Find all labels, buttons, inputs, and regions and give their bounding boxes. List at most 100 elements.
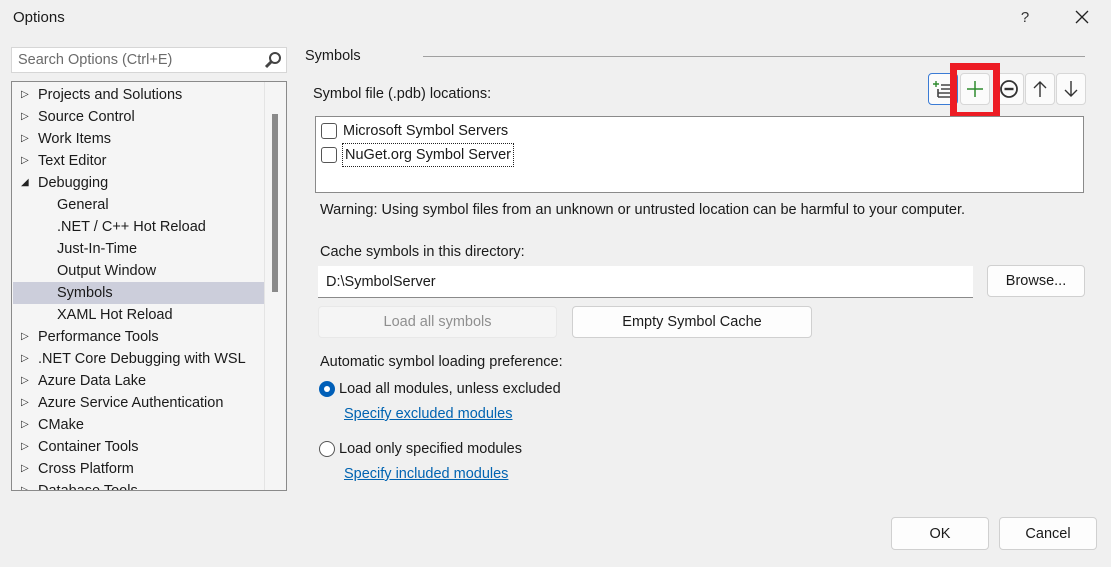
- cache-directory-input[interactable]: [318, 266, 973, 298]
- tree-item[interactable]: ▷ Performance Tools: [13, 326, 265, 348]
- arrow-up-icon: [1033, 81, 1047, 97]
- add-icon: [967, 81, 983, 97]
- tree-item-label: Performance Tools: [38, 329, 159, 345]
- tree-item[interactable]: ▷ Cross Platform: [13, 458, 265, 480]
- expanded-arrow-icon[interactable]: ◢: [21, 172, 33, 194]
- radio-button[interactable]: [319, 441, 335, 457]
- empty-symbol-cache-button[interactable]: Empty Symbol Cache: [572, 306, 812, 338]
- window-title: Options: [13, 9, 65, 26]
- tree-item[interactable]: ▷ .NET Core Debugging with WSL: [13, 348, 265, 370]
- tree-item-label: Azure Service Authentication: [38, 395, 224, 411]
- search-input[interactable]: [12, 48, 252, 72]
- remove-icon: [1000, 80, 1018, 98]
- location-item[interactable]: Microsoft Symbol Servers: [321, 120, 508, 142]
- collapsed-arrow-icon[interactable]: ▷: [21, 84, 33, 106]
- collapsed-arrow-icon[interactable]: ▷: [21, 458, 33, 480]
- tree-item[interactable]: ▷ Source Control: [13, 106, 265, 128]
- tree-scrollbar-thumb[interactable]: [272, 114, 278, 292]
- tree-item-label: .NET / C++ Hot Reload: [57, 219, 206, 235]
- load-all-locations-button[interactable]: [928, 73, 958, 105]
- move-up-button[interactable]: [1025, 73, 1055, 105]
- ok-button[interactable]: OK: [891, 517, 989, 550]
- options-dialog: Options ? ▷ Database Tools ▷ Cross Platform…: [0, 0, 1111, 567]
- radio-button-selected[interactable]: [319, 381, 335, 397]
- tree-item[interactable]: ▷ Container Tools: [13, 436, 265, 458]
- collapsed-arrow-icon[interactable]: ▷: [21, 370, 33, 392]
- collapsed-arrow-icon[interactable]: ▷: [21, 414, 33, 436]
- collapsed-arrow-icon[interactable]: ▷: [21, 436, 33, 458]
- tree-item[interactable]: .NET / C++ Hot Reload: [13, 216, 265, 238]
- pdb-locations-label: Symbol file (.pdb) locations:: [313, 86, 492, 102]
- radio-label: Load only specified modules: [339, 441, 522, 457]
- tree-item-label: Cross Platform: [38, 461, 134, 477]
- collapsed-arrow-icon[interactable]: ▷: [21, 392, 33, 414]
- tree-item-label: Container Tools: [38, 439, 139, 455]
- collapsed-arrow-icon[interactable]: ▷: [21, 480, 33, 490]
- help-button[interactable]: ?: [1013, 6, 1037, 30]
- specify-included-modules-link[interactable]: Specify included modules: [344, 466, 508, 482]
- location-item[interactable]: NuGet.org Symbol Server: [321, 143, 515, 167]
- section-divider: [423, 56, 1085, 57]
- specify-excluded-modules-link[interactable]: Specify excluded modules: [344, 406, 512, 422]
- browse-button[interactable]: Browse...: [987, 265, 1085, 297]
- tree-item[interactable]: General: [13, 194, 265, 216]
- tree-item-label: Azure Data Lake: [38, 373, 147, 389]
- collapsed-arrow-icon[interactable]: ▷: [21, 106, 33, 128]
- close-icon: [1075, 10, 1089, 24]
- cancel-button[interactable]: Cancel: [999, 517, 1097, 550]
- tree-item-label: Symbols: [57, 285, 113, 301]
- radio-label: Load all modules, unless excluded: [339, 381, 561, 397]
- arrow-down-icon: [1064, 81, 1078, 97]
- close-button[interactable]: [1068, 5, 1096, 31]
- tree-item-label: Work Items: [38, 131, 112, 147]
- location-checkbox[interactable]: [321, 147, 337, 163]
- radio-load-all-modules[interactable]: Load all modules, unless excluded: [319, 381, 561, 397]
- load-all-symbols-button[interactable]: Load all symbols: [318, 306, 557, 338]
- tree-item-label: General: [57, 197, 109, 213]
- tree-item-label: XAML Hot Reload: [57, 307, 173, 323]
- cache-directory-label: Cache symbols in this directory:: [320, 244, 525, 260]
- tree-item[interactable]: ▷ Projects and Solutions: [13, 84, 265, 106]
- location-label: Microsoft Symbol Servers: [343, 123, 509, 139]
- collapsed-arrow-icon[interactable]: ▷: [21, 326, 33, 348]
- security-warning: Warning: Using symbol files from an unkn…: [320, 202, 966, 218]
- tree-item[interactable]: ▷ Work Items: [13, 128, 265, 150]
- tree-item-label: .NET Core Debugging with WSL: [38, 351, 246, 367]
- collapsed-arrow-icon[interactable]: ▷: [21, 348, 33, 370]
- tree-item[interactable]: ◢ Debugging: [13, 172, 265, 194]
- move-down-button[interactable]: [1056, 73, 1086, 105]
- section-title: Symbols: [305, 48, 361, 64]
- options-tree: ▷ Database Tools ▷ Cross Platform ▷ Container…: [11, 81, 287, 491]
- location-label: NuGet.org Symbol Server: [341, 143, 515, 167]
- tree-item[interactable]: Just-In-Time: [13, 238, 265, 260]
- tree-item-label: Output Window: [57, 263, 157, 279]
- location-checkbox[interactable]: [321, 123, 337, 139]
- tree-item[interactable]: ▷ CMake: [13, 414, 265, 436]
- tree-item[interactable]: Symbols: [13, 282, 265, 304]
- tree-item-label: Debugging: [38, 175, 109, 191]
- load-list-icon: [933, 81, 951, 98]
- auto-loading-label: Automatic symbol loading preference:: [320, 354, 563, 370]
- tree-item-label: CMake: [38, 417, 84, 433]
- tree-item-label: Text Editor: [38, 153, 107, 169]
- tree-item[interactable]: ▷ Azure Service Authentication: [13, 392, 265, 414]
- tree-item-label: Projects and Solutions: [38, 87, 183, 103]
- radio-load-specified-modules[interactable]: Load only specified modules: [319, 441, 522, 457]
- tree-item-label: Source Control: [38, 109, 135, 125]
- tree-item[interactable]: ▷ Azure Data Lake: [13, 370, 265, 392]
- add-location-button[interactable]: [960, 73, 990, 105]
- title-bar: Options ?: [0, 0, 1111, 36]
- tree-item-label: Database Tools: [38, 483, 138, 491]
- tree-item[interactable]: Output Window: [13, 260, 265, 282]
- remove-location-button[interactable]: [994, 73, 1024, 105]
- collapsed-arrow-icon[interactable]: ▷: [21, 150, 33, 172]
- tree-item-label: Just-In-Time: [57, 241, 138, 257]
- search-box[interactable]: [11, 47, 287, 73]
- tree-item[interactable]: ▷ Text Editor: [13, 150, 265, 172]
- tree-item[interactable]: XAML Hot Reload: [13, 304, 265, 326]
- symbol-locations-list: Microsoft Symbol Servers NuGet.org Symbo…: [315, 116, 1084, 193]
- search-icon[interactable]: [264, 51, 282, 73]
- collapsed-arrow-icon[interactable]: ▷: [21, 128, 33, 150]
- tree-item[interactable]: ▷ Database Tools: [13, 480, 265, 491]
- tree-scrollbar[interactable]: [264, 82, 286, 490]
